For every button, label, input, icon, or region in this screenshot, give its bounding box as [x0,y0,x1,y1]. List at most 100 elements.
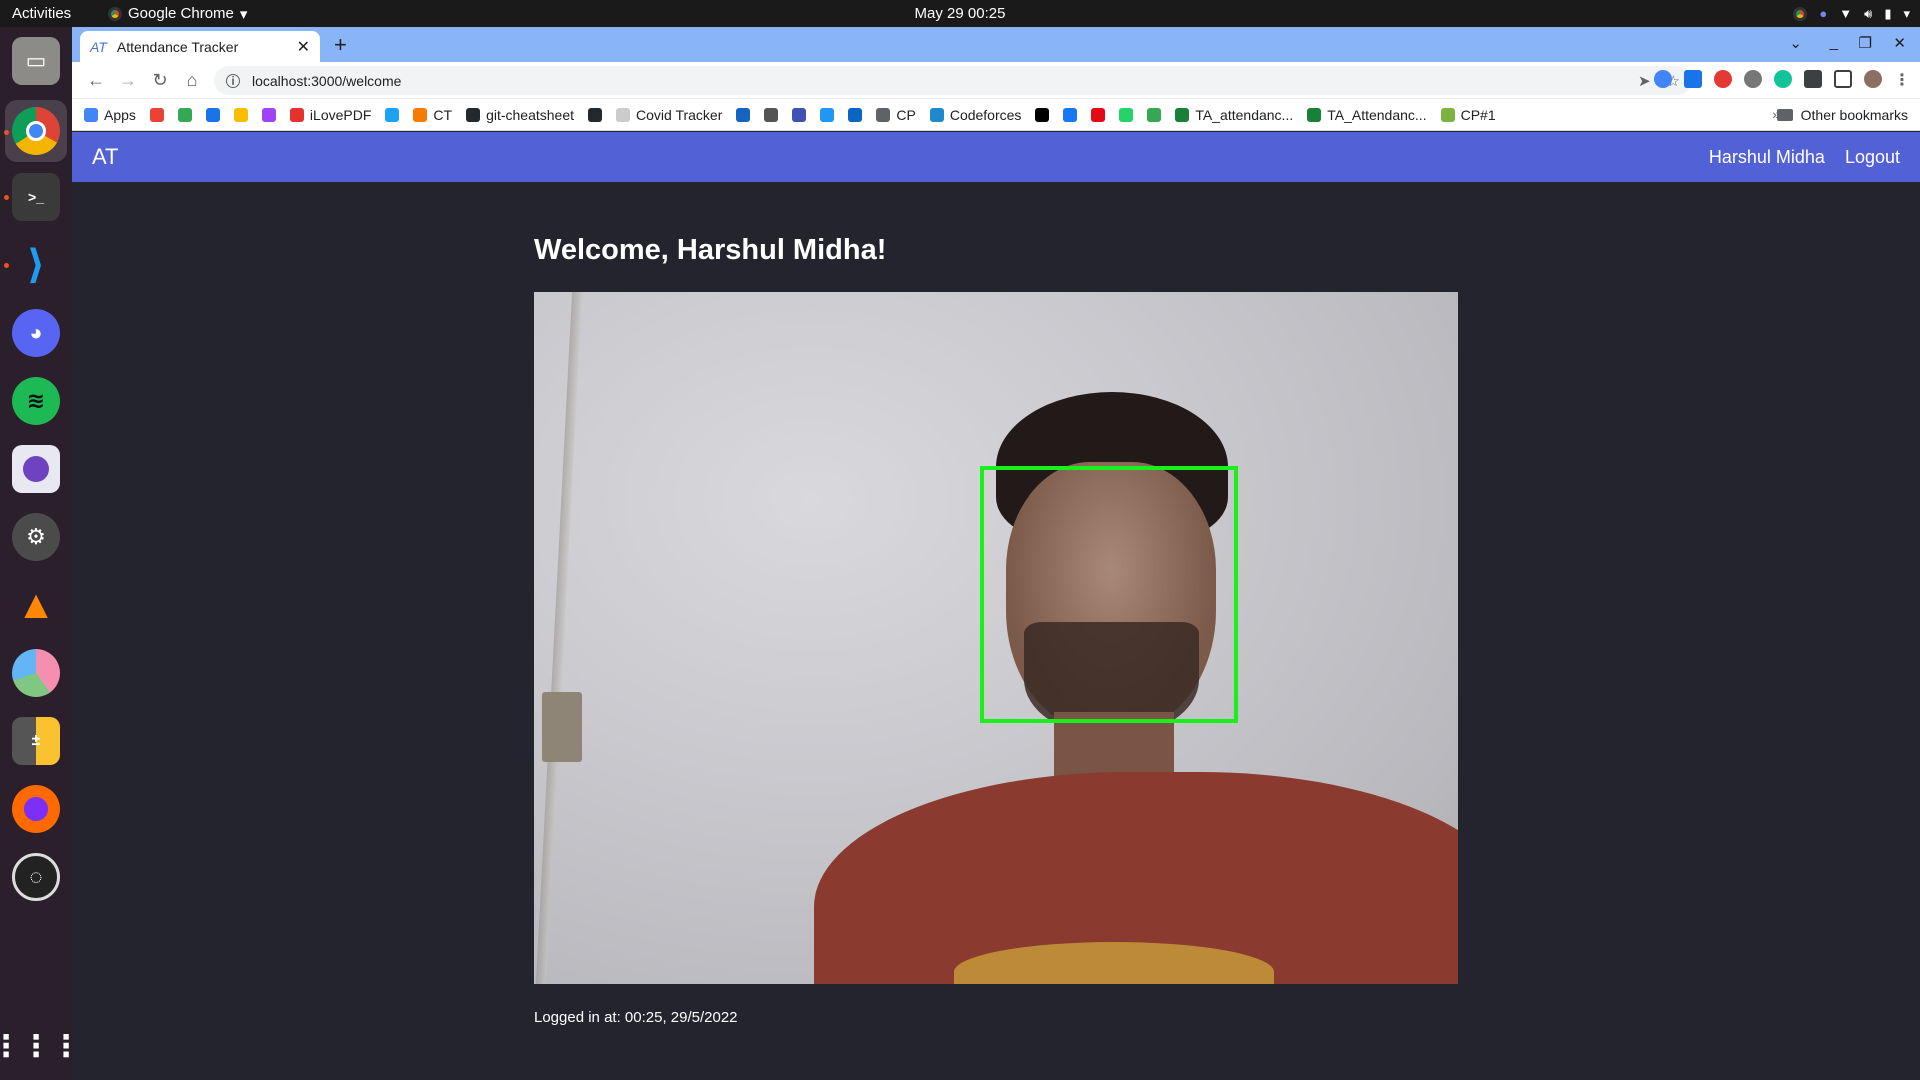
terminal-icon[interactable]: >_ [12,173,60,221]
photos-icon[interactable] [12,649,60,697]
bookmark-icon[interactable] [848,107,863,122]
bookmark-ta-attendanc-[interactable]: TA_Attendanc... [1307,107,1427,123]
site-info-icon[interactable]: i [226,73,240,88]
firefox-icon[interactable] [12,785,60,833]
show-apps-icon[interactable]: ⋮⋮⋮ [0,1022,81,1070]
bookmark-icon[interactable] [1035,107,1050,122]
bookmark-label: git-cheatsheet [486,106,575,123]
bookmark-apps[interactable]: Apps [84,107,136,123]
send-icon[interactable]: ➤ [1638,72,1651,90]
volume-icon[interactable]: 🔊︎ [1864,6,1872,22]
bookmark-ilovepdf[interactable]: iLovePDF [289,107,371,123]
extension-icon[interactable] [1714,70,1732,88]
folder-icon [1776,109,1793,121]
close-tab-icon[interactable]: ✕ [297,37,310,57]
files-icon[interactable]: ▭ [12,37,60,85]
bookmark-icon[interactable] [820,107,835,122]
extension-icon[interactable] [1684,70,1702,88]
bookmark-favicon-icon [848,107,863,122]
tab-title: Attendance Tracker [116,38,239,55]
bookmark-icon[interactable] [1147,107,1162,122]
restore-icon[interactable]: ❐ [1859,34,1872,52]
tab-search-icon[interactable]: ⌄ [1789,34,1802,52]
obs-icon[interactable]: ◌ [12,853,60,901]
wall-switch [542,692,582,762]
bookmark-icon[interactable] [205,107,220,122]
close-window-icon[interactable]: ✕ [1893,34,1906,52]
menu-icon[interactable]: ⋮ [1894,70,1910,90]
bookmark-icon[interactable] [792,107,807,122]
minimize-icon[interactable]: _ [1830,34,1838,51]
user-name-link[interactable]: Harshul Midha [1709,147,1825,168]
url-text[interactable]: localhost:3000/welcome [252,73,401,89]
bookmark-label: TA_attendanc... [1195,106,1294,123]
bookmark-icon[interactable] [764,107,779,122]
vscode-icon[interactable]: ⟩ [12,241,60,289]
bookmark-icon[interactable] [588,107,603,122]
side-panel-icon[interactable] [1834,70,1852,88]
extension-icon[interactable] [1654,70,1672,88]
tab-attendance-tracker[interactable]: AT Attendance Tracker ✕ [80,31,320,62]
bookmark-label: Covid Tracker [636,106,723,123]
bookmark-favicon-icon [820,107,835,122]
webcam-feed [534,292,1458,984]
reload-icon[interactable]: ↻ [144,70,176,91]
bookmark-icon[interactable] [1091,107,1106,122]
bookmark-favicon-icon [177,107,192,122]
bookmark-icon[interactable] [1119,107,1134,122]
bookmark-label: CP [896,106,916,123]
bookmark-cp-1[interactable]: CP#1 [1440,107,1496,123]
bookmark-git-cheatsheet[interactable]: git-cheatsheet [466,107,574,123]
clock[interactable]: May 29 00:25 [915,5,1006,22]
new-tab-button[interactable]: + [334,32,347,58]
settings-icon[interactable]: ⚙ [12,513,60,561]
bookmark-codeforces[interactable]: Codeforces [929,107,1021,123]
forward-icon[interactable]: → [112,70,144,91]
home-icon[interactable]: ⌂ [176,70,208,91]
chevron-down-icon: ▾ [239,5,248,23]
system-tray[interactable]: ● ▼ 🔊︎ ▮ ▾ [1793,0,1910,27]
bookmark-favicon-icon [1119,107,1134,122]
spotify-icon[interactable]: ≋ [12,377,60,425]
discord-icon[interactable]: ◕ [12,309,60,357]
bookmark-icon[interactable] [149,107,164,122]
other-bookmarks-folder[interactable]: Other bookmarks [1776,99,1908,131]
extension-icon[interactable] [1744,70,1762,88]
bookmark-favicon-icon [289,107,304,122]
system-top-bar: Activities Google Chrome ▾ May 29 00:25 … [0,0,1920,27]
bookmark-icon[interactable] [736,107,751,122]
address-bar[interactable]: i localhost:3000/welcome ➤ ☆ [214,66,1692,95]
battery-icon[interactable]: ▮ [1884,6,1891,22]
chrome-dock-icon[interactable] [12,107,60,155]
brand-link[interactable]: AT [92,144,118,170]
activities-button[interactable]: Activities [12,5,98,22]
bookmark-icon[interactable] [1063,107,1078,122]
grammarly-icon[interactable] [1774,70,1792,88]
bookmark-icon[interactable] [385,107,400,122]
webcam-app-icon[interactable] [12,445,60,493]
login-timestamp: Logged in at: 00:25, 29/5/2022 [534,1009,738,1026]
wifi-icon[interactable]: ▼ [1839,6,1852,21]
bookmark-favicon-icon [792,107,807,122]
wall-cable [535,292,583,984]
bookmark-icon[interactable] [177,107,192,122]
power-menu-icon[interactable]: ▾ [1903,6,1910,22]
bookmark-covid-tracker[interactable]: Covid Tracker [616,107,722,123]
vlc-icon[interactable]: ▲ [12,581,60,629]
bookmark-ta-attendanc-[interactable]: TA_attendanc... [1175,107,1293,123]
app-menu[interactable]: Google Chrome ▾ [108,5,247,23]
back-icon[interactable]: ← [80,70,112,91]
calculator-icon[interactable]: ± [12,717,60,765]
bookmark-cp[interactable]: CP [876,106,916,123]
bookmark-favicon-icon [1440,107,1455,122]
puzzle-icon[interactable] [1804,70,1822,88]
logout-link[interactable]: Logout [1845,147,1900,168]
bookmark-icon[interactable] [233,107,248,122]
avatar[interactable] [1864,70,1882,88]
bookmark-favicon-icon [233,107,248,122]
chrome-tray-icon[interactable] [1793,6,1808,21]
teams-tray-icon[interactable]: ● [1819,6,1827,21]
bookmark-favicon-icon [616,107,631,122]
bookmark-icon[interactable] [261,107,276,122]
bookmark-ct[interactable]: CT [413,107,452,123]
